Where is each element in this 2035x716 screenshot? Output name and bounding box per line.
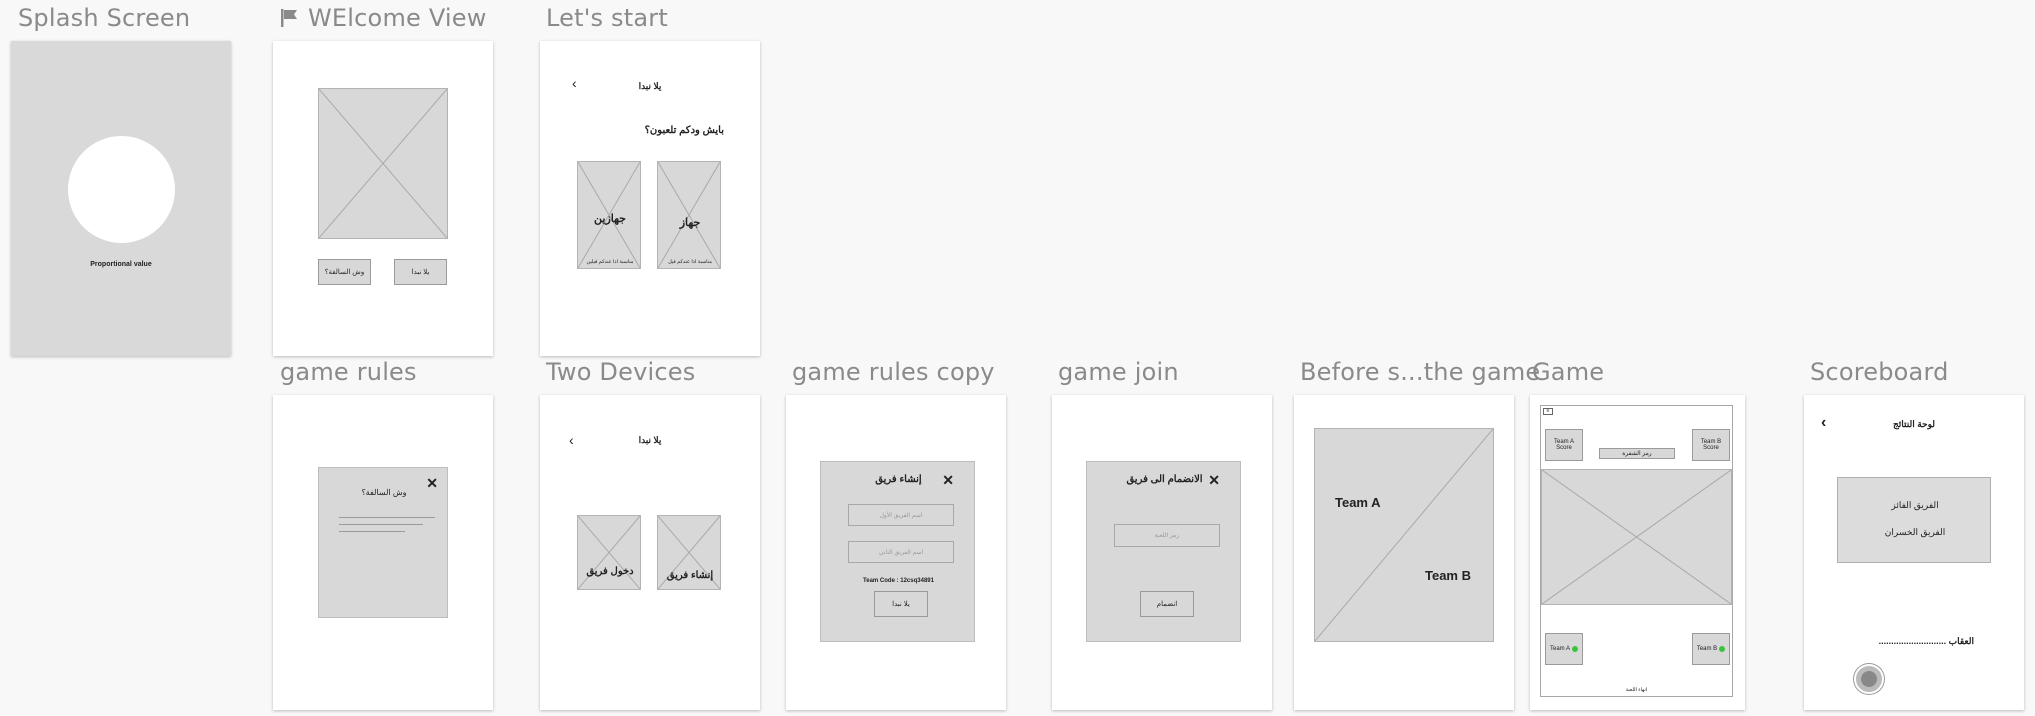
artboard-label-lets-start[interactable]: Let's start xyxy=(546,4,668,32)
game-rules-artboard[interactable]: ✕ وش السالفة؟ xyxy=(273,395,493,710)
splash-logo-circle xyxy=(68,136,175,243)
one-device-card[interactable]: جهاز مناسبة اذا عندكم فيل xyxy=(657,161,721,269)
scoreboard-artboard[interactable]: ‹ لوحة النتائج الفريق الفائز الفريق الخس… xyxy=(1804,395,2024,710)
status-dot-icon xyxy=(1572,646,1578,652)
flag-icon xyxy=(280,6,300,27)
team-b-button[interactable]: Team B xyxy=(1692,633,1730,665)
game-rules-copy-artboard[interactable]: ✕ إنشاء فريق اسم الفريق الأول اسم الفريق… xyxy=(786,395,1006,710)
team-code-text: Team Code : 12csq34891 xyxy=(863,578,934,584)
create-team-card[interactable]: إنشاء فريق xyxy=(657,515,721,590)
start-button[interactable]: يلا نبدا xyxy=(394,259,447,285)
artboard-label-game-join[interactable]: game join xyxy=(1058,358,1179,386)
lets-start-artboard[interactable]: ‹ يلا نبدا بايش ودكم تلعبون؟ جهازين مناس… xyxy=(540,41,760,356)
team-a-name: Team A xyxy=(1549,646,1570,652)
artboard-label-game-rules[interactable]: game rules xyxy=(280,358,417,386)
teams-panel: Team A Team B xyxy=(1314,428,1494,642)
team-b-name: Team B xyxy=(1696,646,1718,652)
artboard-label-scoreboard[interactable]: Scoreboard xyxy=(1810,358,1949,386)
game-image-placeholder xyxy=(1541,469,1732,605)
page-title: يلا نبدا xyxy=(638,435,662,445)
question-text: بايش ودكم تلعبون؟ xyxy=(644,125,724,136)
artboard-label-game[interactable]: Game xyxy=(1532,358,1604,386)
before-start-artboard[interactable]: Team A Team B xyxy=(1294,395,1514,710)
game-code-input[interactable]: رمز اللعبة xyxy=(1114,524,1220,547)
page-title: لوحة النتائج xyxy=(1892,419,1935,429)
game-join-artboard[interactable]: ✕ الانضمام الى فريق رمز اللعبة انضمام xyxy=(1052,395,1272,710)
penalty-label: العقاب ........................... xyxy=(1878,636,1974,646)
splash-caption: Proportional value xyxy=(90,261,152,268)
card-label: دخول فريق xyxy=(586,566,634,577)
artboard-label-two-devices[interactable]: Two Devices xyxy=(546,358,695,386)
artboard-label-welcome-text: WElcome View xyxy=(308,4,487,32)
team-b-score: Team B Score xyxy=(1692,429,1730,461)
page-title: يلا نبدا xyxy=(638,81,662,91)
team-a-button[interactable]: Team A xyxy=(1545,633,1583,665)
welcome-view-artboard[interactable]: وش السالفة؟ يلا نبدا xyxy=(273,41,493,356)
card-label: جهاز xyxy=(679,217,701,229)
two-devices-card[interactable]: جهازين مناسبة اذا عندكم فيلين xyxy=(577,161,641,269)
card-label: إنشاء فريق xyxy=(666,570,714,581)
team-one-name-input[interactable]: اسم الفريق الأول xyxy=(848,504,954,526)
image-placeholder xyxy=(318,88,448,239)
start-button[interactable]: يلا نبدا xyxy=(874,591,928,617)
modal-title: الانضمام الى فريق xyxy=(1126,474,1203,485)
status-dot-icon xyxy=(1719,646,1726,652)
modal-title: إنشاء فريق xyxy=(875,474,922,485)
artboard-label-before-start[interactable]: Before s...the game xyxy=(1300,358,1540,386)
team-two-name-input[interactable]: اسم الفريق الثاني xyxy=(848,541,954,563)
code-box: رمز الشفرة xyxy=(1599,448,1675,459)
text-line xyxy=(339,531,405,532)
results-card: الفريق الفائز الفريق الخسران xyxy=(1837,477,1991,563)
join-button[interactable]: انضمام xyxy=(1140,591,1194,617)
game-artboard[interactable]: ≡ Team A Score رمز الشفرة Team B Score T… xyxy=(1530,395,1745,710)
record-button[interactable] xyxy=(1854,664,1884,694)
menu-icon[interactable]: ≡ xyxy=(1543,408,1553,415)
create-team-modal: ✕ إنشاء فريق اسم الفريق الأول اسم الفريق… xyxy=(820,461,975,642)
record-dot-icon xyxy=(1861,671,1877,687)
splash-screen-artboard[interactable]: Proportional value xyxy=(11,41,231,356)
winner-label: الفريق الفائز xyxy=(1891,500,1939,510)
two-devices-artboard[interactable]: ‹ يلا نبدا دخول فريق إنشاء فريق xyxy=(540,395,760,710)
join-team-modal: ✕ الانضمام الى فريق رمز اللعبة انضمام xyxy=(1086,461,1241,642)
card-sub: مناسبة اذا عندكم فيل xyxy=(668,259,712,265)
team-b-label: Team B xyxy=(1425,568,1471,583)
artboard-label-welcome[interactable]: WElcome View xyxy=(280,4,487,32)
join-team-card[interactable]: دخول فريق xyxy=(577,515,641,590)
loser-label: الفريق الخسران xyxy=(1884,527,1946,537)
team-a-score: Team A Score xyxy=(1545,429,1583,461)
text-line xyxy=(339,524,423,525)
team-a-label: Team A xyxy=(1335,495,1381,510)
artboard-label-game-rules-copy[interactable]: game rules copy xyxy=(792,358,995,386)
rules-button[interactable]: وش السالفة؟ xyxy=(318,259,371,285)
rules-modal: ✕ وش السالفة؟ xyxy=(318,467,448,618)
end-game-link[interactable]: انهاء اللعبة xyxy=(1541,687,1732,693)
modal-title: وش السالفة؟ xyxy=(361,488,407,497)
card-sub: مناسبة اذا عندكم فيلين xyxy=(586,259,634,265)
card-label: جهازين xyxy=(594,213,626,225)
artboard-label-splash[interactable]: Splash Screen xyxy=(18,4,190,32)
text-line xyxy=(339,517,435,518)
game-frame: ≡ Team A Score رمز الشفرة Team B Score T… xyxy=(1540,405,1733,697)
